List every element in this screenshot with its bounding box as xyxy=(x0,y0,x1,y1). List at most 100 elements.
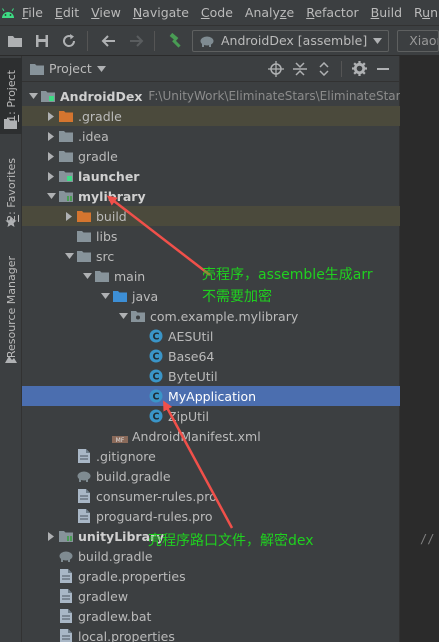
chevron-right-icon[interactable] xyxy=(44,126,58,146)
tree-row[interactable]: proguard-rules.pro xyxy=(22,506,400,526)
text-file-icon xyxy=(58,588,74,604)
menu-item-label-end: efactor xyxy=(314,5,359,20)
chevron-down-icon[interactable] xyxy=(98,286,112,306)
locate-target-icon[interactable] xyxy=(266,59,286,79)
chevron-down-icon[interactable] xyxy=(44,186,58,206)
chevron-down-icon[interactable] xyxy=(26,86,40,106)
folder-icon xyxy=(58,128,74,144)
save-all-icon[interactable] xyxy=(30,29,54,53)
tree-row[interactable]: AndroidDex F:\UnityWork\EliminateStars\El… xyxy=(22,86,400,106)
tree-item-label: build xyxy=(96,208,127,224)
menu-item-label-end: iew xyxy=(99,5,121,20)
menu-item[interactable]: Edit xyxy=(49,0,85,25)
open-folder-icon[interactable] xyxy=(3,29,27,53)
collapse-all-icon[interactable] xyxy=(290,59,310,79)
menu-item-label-start: Analy xyxy=(244,5,280,20)
tree-row[interactable]: consumer-rules.pro xyxy=(22,486,400,506)
tree-row[interactable]: gradlew xyxy=(22,586,400,606)
tree-arrow-placeholder xyxy=(44,546,58,566)
expand-all-icon[interactable] xyxy=(314,59,334,79)
svg-text:C: C xyxy=(153,412,160,423)
manifest-file-icon: MF xyxy=(112,428,128,444)
chevron-right-icon[interactable] xyxy=(62,206,76,226)
tree-row[interactable]: MF AndroidManifest.xml xyxy=(22,426,400,446)
tree-item-label: local.properties xyxy=(78,628,175,642)
java-class-icon: C xyxy=(148,348,164,364)
tree-arrow-placeholder xyxy=(62,466,76,486)
menu-item-label-end: ode xyxy=(209,5,233,20)
chevron-down-icon[interactable] xyxy=(116,306,130,326)
package-icon xyxy=(130,308,146,324)
menu-item-label-end: n xyxy=(430,5,439,20)
tree-row[interactable]: gradle xyxy=(22,146,400,166)
tree-item-label: MyApplication xyxy=(168,388,257,404)
hide-panel-icon[interactable] xyxy=(373,59,393,79)
module-folder-icon xyxy=(58,168,74,184)
tree-row[interactable]: C MyApplication xyxy=(22,386,400,406)
tree-item-label: consumer-rules.pro xyxy=(96,488,217,504)
tree-row[interactable]: src xyxy=(22,246,400,266)
project-panel-header: Project xyxy=(22,56,399,82)
tree-row[interactable]: mylibrary xyxy=(22,186,400,206)
menu-item[interactable]: Analyze xyxy=(239,0,300,25)
tree-item-label: Base64 xyxy=(168,348,215,364)
tree-row[interactable]: build.gradle xyxy=(22,466,400,486)
menu-item[interactable]: View xyxy=(85,0,127,25)
tree-item-label: java xyxy=(132,288,159,304)
editor-area[interactable]: // xyxy=(400,56,439,642)
menu-item[interactable]: Refactor xyxy=(300,0,364,25)
menu-item[interactable]: Code xyxy=(195,0,239,25)
run-config-select[interactable]: AndroidDex [assemble] xyxy=(192,29,390,52)
menu-item-mnemonic: B xyxy=(370,5,380,20)
chevron-right-icon[interactable] xyxy=(44,106,58,126)
tree-row[interactable]: build xyxy=(22,206,400,226)
back-arrow-icon[interactable] xyxy=(97,29,121,53)
device-label: Xiaomi xyxy=(409,33,438,48)
device-select[interactable]: Xiaomi xyxy=(397,29,439,52)
tree-item-label: com.example.mylibrary xyxy=(150,308,299,324)
tree-item-label: main xyxy=(114,268,146,284)
text-file-icon xyxy=(76,508,92,524)
tree-row[interactable]: local.properties xyxy=(22,626,400,642)
tree-item-label: gradlew xyxy=(78,588,129,604)
tree-row[interactable]: com.example.mylibrary xyxy=(22,306,400,326)
tree-row[interactable]: launcher xyxy=(22,166,400,186)
chevron-right-icon[interactable] xyxy=(44,146,58,166)
gradle-elephant-icon xyxy=(200,36,214,47)
chevron-down-icon[interactable] xyxy=(62,246,76,266)
sync-icon[interactable] xyxy=(57,29,81,53)
left-tool-strip: 1: Project 2: Favorites Resource Manager xyxy=(0,56,22,642)
tree-row[interactable]: .gradle xyxy=(22,106,400,126)
build-hammer-icon[interactable] xyxy=(164,29,188,53)
folder-icon xyxy=(58,148,74,164)
tab-project-label: : Project xyxy=(4,70,18,115)
tab-resource-manager[interactable]: Resource Manager xyxy=(0,246,22,368)
annotation-shell-line1: 壳程序，assemble生成arr xyxy=(202,267,373,283)
chevron-right-icon[interactable] xyxy=(44,166,58,186)
menu-item[interactable]: File xyxy=(16,0,49,25)
tree-row[interactable]: .gitignore xyxy=(22,446,400,466)
menu-item[interactable]: Run xyxy=(408,0,439,25)
forward-arrow-icon[interactable] xyxy=(124,29,148,53)
tree-row[interactable]: C ByteUtil xyxy=(22,366,400,386)
module-folder-icon xyxy=(40,88,56,104)
tree-row[interactable]: C Base64 xyxy=(22,346,400,366)
tree-row[interactable]: gradle.properties xyxy=(22,566,400,586)
tree-row[interactable]: C ZipUtil xyxy=(22,406,400,426)
tree-arrow-placeholder xyxy=(44,566,58,586)
chevron-right-icon[interactable] xyxy=(44,526,58,546)
gear-icon[interactable] xyxy=(349,59,369,79)
library-module-icon xyxy=(58,528,74,544)
tree-item-label: launcher xyxy=(78,168,140,184)
chevron-down-icon[interactable] xyxy=(80,266,94,286)
tree-row[interactable]: C AESUtil xyxy=(22,326,400,346)
menu-item[interactable]: Navigate xyxy=(127,0,195,25)
star-icon xyxy=(5,216,17,231)
tree-row[interactable]: gradlew.bat xyxy=(22,606,400,626)
project-view-select[interactable]: Project xyxy=(30,61,106,76)
menu-item[interactable]: Build xyxy=(365,0,408,25)
gradle-elephant-icon xyxy=(76,468,92,484)
tree-row[interactable]: libs xyxy=(22,226,400,246)
tree-row[interactable]: .idea xyxy=(22,126,400,146)
excluded-folder-icon xyxy=(58,108,74,124)
